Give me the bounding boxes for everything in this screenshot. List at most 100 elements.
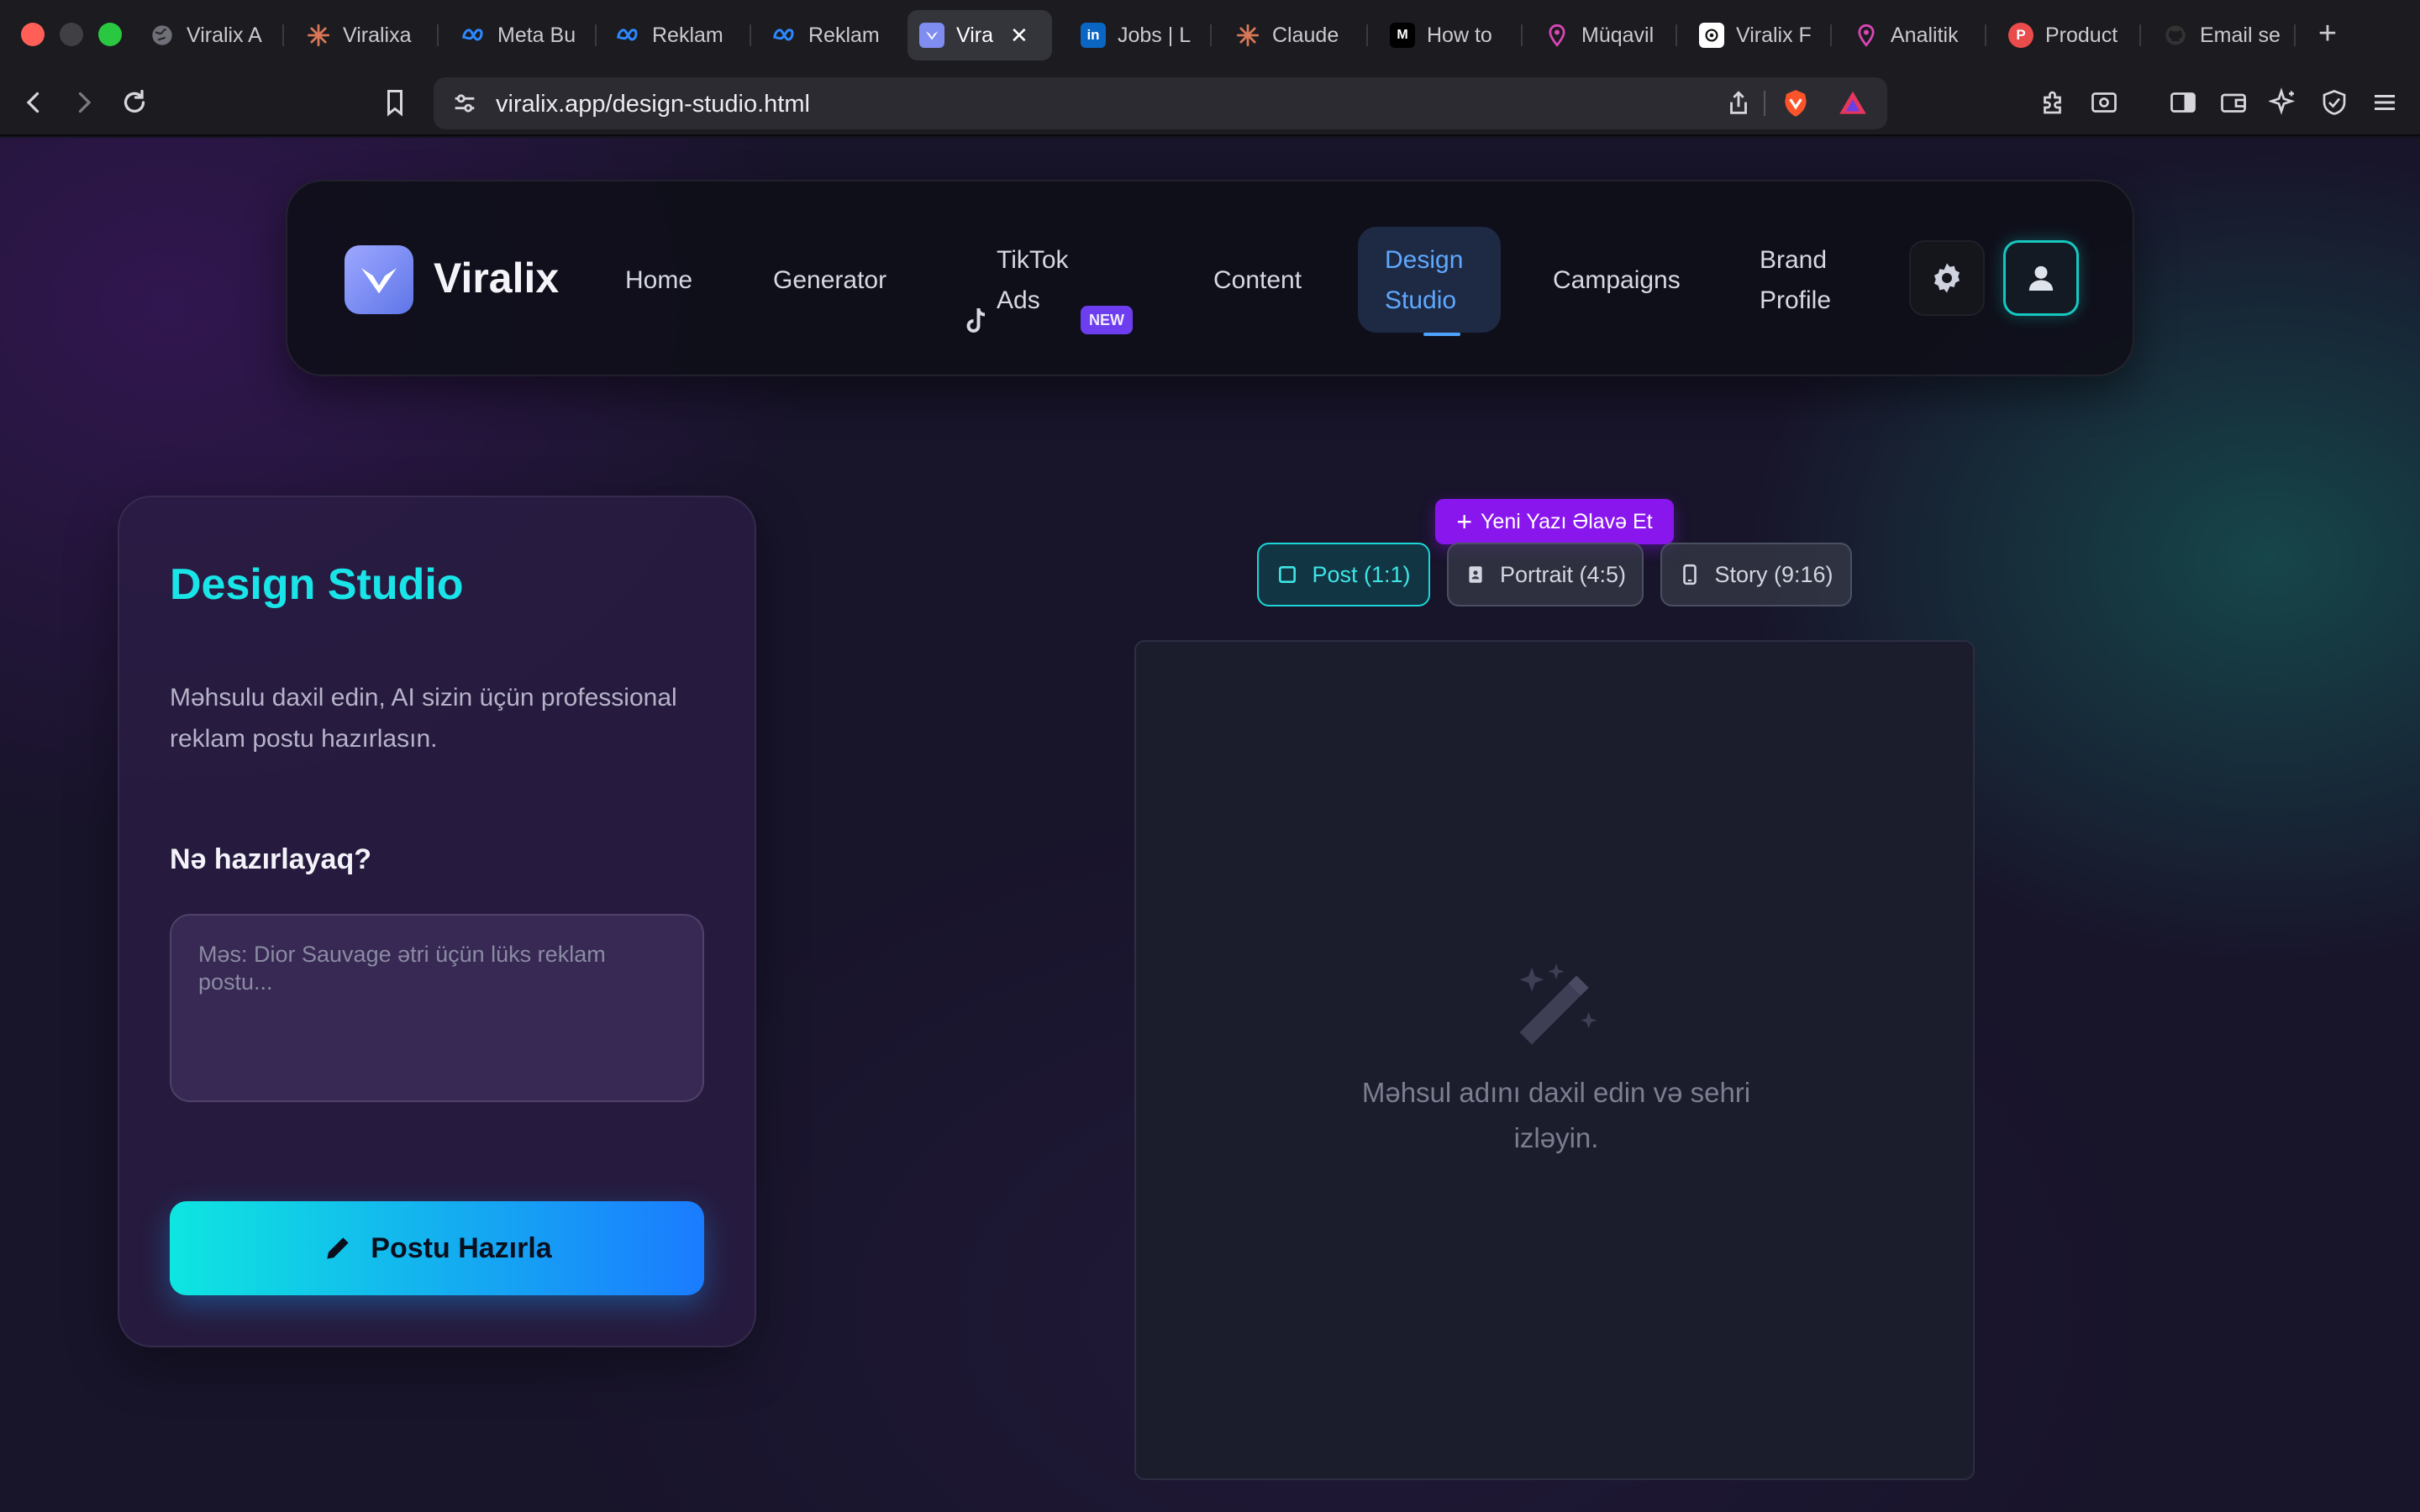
extensions-button[interactable] bbox=[2035, 84, 2072, 121]
close-window-button[interactable] bbox=[21, 23, 45, 46]
add-text-button[interactable]: + Yeni Yazı Əlavə Et bbox=[1435, 499, 1674, 544]
settings-button[interactable] bbox=[1909, 240, 1985, 316]
browser-tab[interactable]: Reklam bbox=[603, 10, 748, 60]
claude-icon bbox=[306, 23, 331, 48]
nav-content[interactable]: Content bbox=[1213, 260, 1302, 301]
close-tab-icon[interactable]: ✕ bbox=[1010, 23, 1028, 49]
url-text[interactable]: viralix.app/design-studio.html bbox=[496, 91, 810, 118]
nav-design-line2: Studio bbox=[1385, 286, 1457, 314]
design-studio-panel: Design Studio Məhsulu daxil edin, AI siz… bbox=[118, 496, 756, 1347]
browser-tab[interactable]: Analitik bbox=[1842, 10, 1985, 60]
browser-tab[interactable]: in Jobs | L bbox=[1069, 10, 1203, 60]
address-bar[interactable]: viralix.app/design-studio.html bbox=[434, 77, 1887, 129]
back-button[interactable] bbox=[15, 84, 52, 121]
panel-title: Design Studio bbox=[170, 560, 464, 609]
nav-tiktok-line1: TikTok bbox=[997, 246, 1069, 274]
ratio-portrait-label: Portrait (4:5) bbox=[1499, 561, 1627, 587]
forward-button[interactable] bbox=[66, 84, 103, 121]
tab-title: Jobs | L bbox=[1118, 23, 1192, 47]
brave-rewards-icon[interactable] bbox=[1837, 87, 1869, 119]
minimize-window-button[interactable] bbox=[60, 23, 83, 46]
sparkle-icon bbox=[2269, 87, 2296, 115]
sidebar-button[interactable] bbox=[2165, 84, 2202, 121]
meta-icon bbox=[460, 23, 486, 48]
new-tab-button[interactable]: + bbox=[2309, 15, 2346, 52]
tiktok-icon bbox=[966, 307, 986, 333]
tab-title: How to bbox=[1427, 23, 1492, 47]
browser-tab[interactable]: Claude bbox=[1223, 10, 1366, 60]
nav-campaigns[interactable]: Campaigns bbox=[1553, 260, 1681, 301]
tab-title: Viralix F bbox=[1736, 23, 1812, 47]
browser-tab[interactable]: Viralixa bbox=[294, 10, 435, 60]
tab-title: Email se bbox=[2200, 23, 2281, 47]
brand-name[interactable]: Viralix bbox=[434, 254, 559, 302]
chevron-right-icon bbox=[78, 92, 92, 113]
tab-title: Reklam bbox=[808, 23, 880, 47]
hamburger-icon bbox=[2375, 95, 2395, 110]
user-profile-button[interactable] bbox=[2003, 240, 2079, 316]
screenshot-button[interactable] bbox=[2086, 84, 2123, 121]
browser-tab[interactable]: Viralix F bbox=[1687, 10, 1830, 60]
generate-post-button[interactable]: Postu Hazırla bbox=[170, 1201, 704, 1295]
nav-design-studio[interactable]: Design Studio bbox=[1358, 227, 1501, 336]
tab-title: Claude bbox=[1272, 23, 1339, 47]
chevron-left-icon bbox=[26, 92, 39, 113]
brave-shields-icon[interactable] bbox=[1780, 87, 1812, 119]
leo-ai-button[interactable] bbox=[2265, 84, 2302, 121]
nav-design-line1: Design bbox=[1385, 246, 1464, 274]
wallet-button[interactable] bbox=[2215, 84, 2252, 121]
share-icon[interactable] bbox=[1724, 89, 1753, 118]
product-prompt-input[interactable] bbox=[170, 914, 704, 1102]
viralix-logo[interactable] bbox=[345, 245, 413, 314]
tab-title: Viralixa bbox=[343, 23, 412, 47]
ratio-post-button[interactable]: Post (1:1) bbox=[1257, 543, 1430, 606]
nav-brand-line2: Profile bbox=[1760, 286, 1832, 314]
user-icon bbox=[2028, 265, 2054, 291]
browser-tab[interactable]: Viralix A bbox=[138, 10, 279, 60]
nav-brand-line1: Brand bbox=[1760, 246, 1828, 274]
browser-tab[interactable]: Reklam bbox=[760, 10, 902, 60]
browser-tab[interactable]: P Product bbox=[1996, 10, 2139, 60]
linkedin-icon: in bbox=[1081, 23, 1106, 48]
square-icon bbox=[1279, 566, 1297, 583]
sidebar-icon bbox=[2170, 92, 2196, 113]
generate-post-label: Postu Hazırla bbox=[371, 1231, 552, 1264]
browser-tab[interactable]: M How to bbox=[1378, 10, 1521, 60]
bookmark-button[interactable] bbox=[376, 84, 413, 121]
nav-generator[interactable]: Generator bbox=[773, 260, 886, 301]
add-text-label: Yeni Yazı Əlavə Et bbox=[1481, 509, 1653, 533]
ratio-portrait-button[interactable]: Portrait (4:5) bbox=[1447, 543, 1644, 606]
claude-icon bbox=[1235, 23, 1260, 48]
site-settings-icon[interactable] bbox=[450, 89, 479, 118]
ratio-post-label: Post (1:1) bbox=[1312, 561, 1411, 587]
browser-tab[interactable]: Müqavil bbox=[1533, 10, 1676, 60]
nav-home[interactable]: Home bbox=[625, 260, 692, 301]
tab-title: Product bbox=[2045, 23, 2118, 47]
tab-title: Analitik bbox=[1891, 23, 1959, 47]
menu-button[interactable] bbox=[2366, 84, 2403, 121]
ratio-story-button[interactable]: Story (9:16) bbox=[1660, 543, 1852, 606]
tab-title: Müqavil bbox=[1581, 23, 1655, 47]
maximize-window-button[interactable] bbox=[98, 23, 122, 46]
pencil-icon bbox=[327, 1237, 349, 1259]
nav-tiktok-ads[interactable]: TikTok Ads bbox=[997, 240, 1069, 321]
nav-brand-profile[interactable]: Brand Profile bbox=[1760, 240, 1831, 321]
browser-tab[interactable]: Meta Bu bbox=[449, 10, 593, 60]
tab-title: Meta Bu bbox=[497, 23, 576, 47]
browser-tab-bar: Viralix A Viralixa Meta Bu Reklam Reklam… bbox=[0, 0, 2420, 69]
panel-description: Məhsulu daxil edin, AI sizin üçün profes… bbox=[170, 684, 677, 753]
vpn-button[interactable] bbox=[2316, 84, 2353, 121]
openai-icon bbox=[1699, 23, 1724, 48]
reload-button[interactable] bbox=[116, 84, 153, 121]
github-icon bbox=[2163, 23, 2188, 48]
plus-icon: + bbox=[1456, 507, 1473, 537]
tab-title: Viralix A bbox=[187, 23, 262, 47]
tab-title: Reklam bbox=[652, 23, 723, 47]
gear-icon bbox=[1933, 263, 1960, 293]
new-badge: NEW bbox=[1081, 306, 1133, 334]
browser-tab[interactable]: Email se bbox=[2151, 10, 2294, 60]
wallet-icon bbox=[2221, 93, 2246, 113]
portrait-icon bbox=[1469, 566, 1482, 583]
browser-tab-active[interactable]: Vira ✕ bbox=[908, 10, 1052, 60]
design-canvas[interactable]: Məhsul adını daxil edin və sehri izləyin… bbox=[1134, 640, 1975, 1480]
